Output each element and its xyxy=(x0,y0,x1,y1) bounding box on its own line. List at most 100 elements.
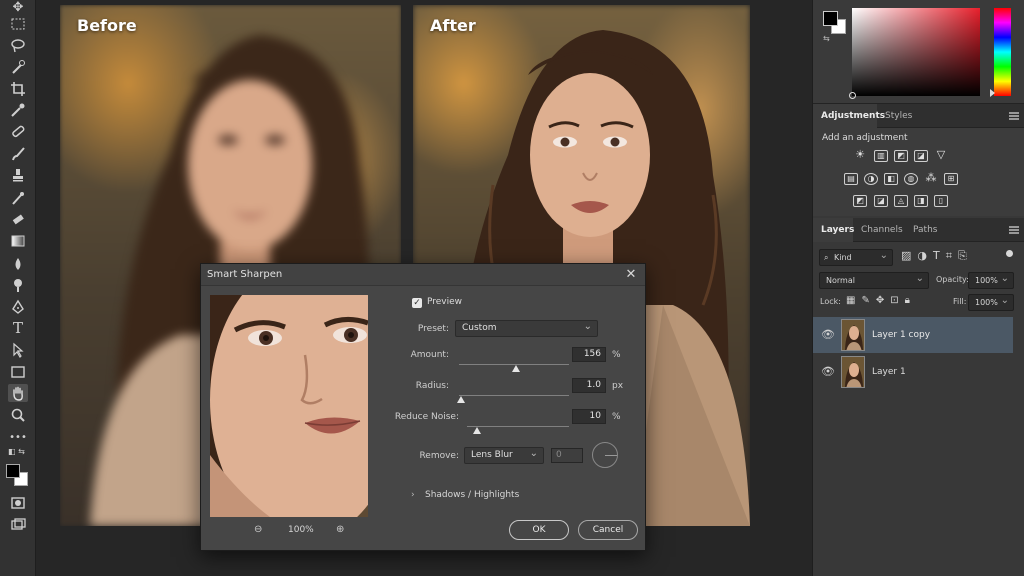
close-icon[interactable]: ✕ xyxy=(624,268,638,282)
layer-row-layer-1[interactable]: 👁︎ Layer 1 xyxy=(813,354,1013,390)
lasso-tool-icon[interactable] xyxy=(8,37,28,55)
layer-row-layer-1-copy[interactable]: 👁︎ Layer 1 copy xyxy=(813,317,1013,353)
opacity-field[interactable]: 100% xyxy=(968,271,1014,289)
ok-button[interactable]: OK xyxy=(509,520,569,540)
layer-filter-select[interactable]: ⌕ Kind xyxy=(819,248,893,266)
edit-toolbar-icon[interactable]: ••• xyxy=(8,429,28,447)
tab-paths[interactable]: Paths xyxy=(905,218,945,242)
layer-filter-icons[interactable]: ▨◑T⌗⎘ xyxy=(901,249,973,263)
healing-brush-tool-icon[interactable] xyxy=(8,122,28,140)
fill-field[interactable]: 100% xyxy=(968,293,1014,311)
threshold-icon[interactable]: ◬ xyxy=(894,195,908,207)
layer-thumbnail xyxy=(841,356,865,388)
marquee-tool-icon[interactable] xyxy=(8,15,28,33)
gradient-map-icon[interactable]: ▯ xyxy=(934,195,948,207)
eyedropper-tool-icon[interactable] xyxy=(8,101,28,119)
hue-slider[interactable] xyxy=(994,8,1011,96)
quick-mask-icon[interactable] xyxy=(8,494,28,512)
smart-object-filter-icon[interactable]: ⎘ xyxy=(958,249,973,262)
visibility-eye-icon[interactable]: 👁︎ xyxy=(821,329,835,341)
color-picker-cursor[interactable] xyxy=(849,92,856,99)
shadows-highlights-toggle[interactable]: Shadows / Highlights xyxy=(425,490,519,500)
crop-tool-icon[interactable] xyxy=(8,80,28,98)
brush-tool-icon[interactable] xyxy=(8,145,28,163)
remove-select[interactable]: Lens Blur xyxy=(464,446,544,464)
radius-input[interactable]: 1.0 xyxy=(572,378,606,393)
preview-image[interactable] xyxy=(210,295,368,517)
type-filter-icon[interactable]: T xyxy=(933,249,946,262)
rectangle-tool-icon[interactable] xyxy=(8,363,28,381)
quick-selection-tool-icon[interactable] xyxy=(8,58,28,76)
foreground-color-swatch[interactable] xyxy=(6,464,20,478)
vibrance-icon[interactable]: ▽ xyxy=(934,149,948,162)
hue-saturation-icon[interactable]: ▤ xyxy=(844,173,858,185)
selective-color-icon[interactable]: ◨ xyxy=(914,195,928,207)
screen-mode-icon[interactable] xyxy=(8,516,28,534)
color-balance-icon[interactable]: ◑ xyxy=(864,173,878,185)
hand-tool-icon[interactable] xyxy=(8,384,28,402)
eraser-tool-icon[interactable] xyxy=(8,210,28,228)
adjustment-filter-icon[interactable]: ◑ xyxy=(917,249,933,262)
dodge-tool-icon[interactable] xyxy=(8,276,28,294)
amount-slider-thumb[interactable] xyxy=(512,365,521,372)
history-brush-tool-icon[interactable] xyxy=(8,189,28,207)
shape-filter-icon[interactable]: ⌗ xyxy=(946,249,958,262)
preset-select[interactable]: Custom xyxy=(455,319,598,337)
type-tool-icon[interactable]: T xyxy=(8,319,28,337)
tab-channels[interactable]: Channels xyxy=(853,218,911,242)
filter-toggle-icon[interactable] xyxy=(1006,250,1013,257)
path-selection-tool-icon[interactable] xyxy=(8,341,28,359)
radius-slider-thumb[interactable] xyxy=(457,396,466,403)
brightness-contrast-icon[interactable]: ☀ xyxy=(853,149,867,162)
angle-input[interactable]: 0 xyxy=(551,448,583,463)
black-white-icon[interactable]: ◧ xyxy=(884,173,898,185)
blend-mode-select[interactable]: Normal xyxy=(819,271,929,289)
pixel-filter-icon[interactable]: ▨ xyxy=(901,249,917,262)
radius-slider[interactable] xyxy=(459,395,569,396)
zoom-in-icon[interactable]: ⊕ xyxy=(336,524,344,535)
blur-tool-icon[interactable] xyxy=(8,255,28,273)
tab-adjustments[interactable]: Adjustments xyxy=(813,104,885,128)
lock-artboard-icon[interactable]: ⊡ xyxy=(890,295,904,306)
color-field[interactable] xyxy=(849,8,980,99)
default-colors-icon[interactable]: ◧ ⇆ xyxy=(8,446,28,458)
cancel-button[interactable]: Cancel xyxy=(578,520,638,540)
pen-tool-icon[interactable] xyxy=(8,298,28,316)
color-lookup-icon[interactable]: ⊞ xyxy=(944,173,958,185)
chevron-right-icon[interactable]: › xyxy=(411,490,415,500)
visibility-eye-icon[interactable]: 👁︎ xyxy=(821,366,835,378)
zoom-tool-icon[interactable] xyxy=(8,406,28,424)
gradient-tool-icon[interactable] xyxy=(8,232,28,250)
clone-stamp-tool-icon[interactable] xyxy=(8,166,28,184)
zoom-out-icon[interactable]: ⊖ xyxy=(254,524,262,535)
color-panel-foreground-swatch[interactable] xyxy=(823,11,838,26)
lock-transparent-icon[interactable]: ▦ xyxy=(846,295,861,306)
tools-panel: ✥ T ••• ◧ ⇆ xyxy=(0,0,36,576)
levels-icon[interactable]: ▥ xyxy=(874,150,888,162)
swap-colors-icon[interactable]: ⇆ xyxy=(823,34,830,43)
zoom-level: 100% xyxy=(288,525,314,535)
channel-mixer-icon[interactable]: ⁂ xyxy=(924,172,938,185)
reduce-noise-input[interactable]: 10 xyxy=(572,409,606,424)
reduce-noise-slider-thumb[interactable] xyxy=(473,427,482,434)
lock-image-icon[interactable]: ✎ xyxy=(861,295,875,306)
lock-all-icon[interactable]: 🔒︎ xyxy=(905,295,916,306)
posterize-icon[interactable]: ◪ xyxy=(874,195,888,207)
curves-icon[interactable]: ◩ xyxy=(894,150,908,162)
radius-unit: px xyxy=(612,381,624,391)
tab-layers[interactable]: Layers xyxy=(813,218,854,242)
photo-filter-icon[interactable]: ◍ xyxy=(904,173,918,185)
lock-position-icon[interactable]: ✥ xyxy=(876,295,890,306)
amount-input[interactable]: 156 xyxy=(572,347,606,362)
layers-panel-menu-icon[interactable] xyxy=(1009,226,1019,234)
preview-checkbox[interactable]: ✓ xyxy=(412,298,422,308)
lock-icons[interactable]: ▦✎✥⊡🔒︎ xyxy=(846,295,916,306)
hue-slider-pointer[interactable] xyxy=(990,89,995,97)
tab-styles[interactable]: Styles xyxy=(877,104,920,128)
exposure-icon[interactable]: ◪ xyxy=(914,150,928,162)
reduce-noise-slider[interactable] xyxy=(467,426,569,427)
move-tool-icon[interactable]: ✥ xyxy=(8,0,28,16)
adjustments-panel-menu-icon[interactable] xyxy=(1009,112,1019,120)
angle-dial[interactable] xyxy=(592,442,618,468)
invert-icon[interactable]: ◩ xyxy=(853,195,867,207)
